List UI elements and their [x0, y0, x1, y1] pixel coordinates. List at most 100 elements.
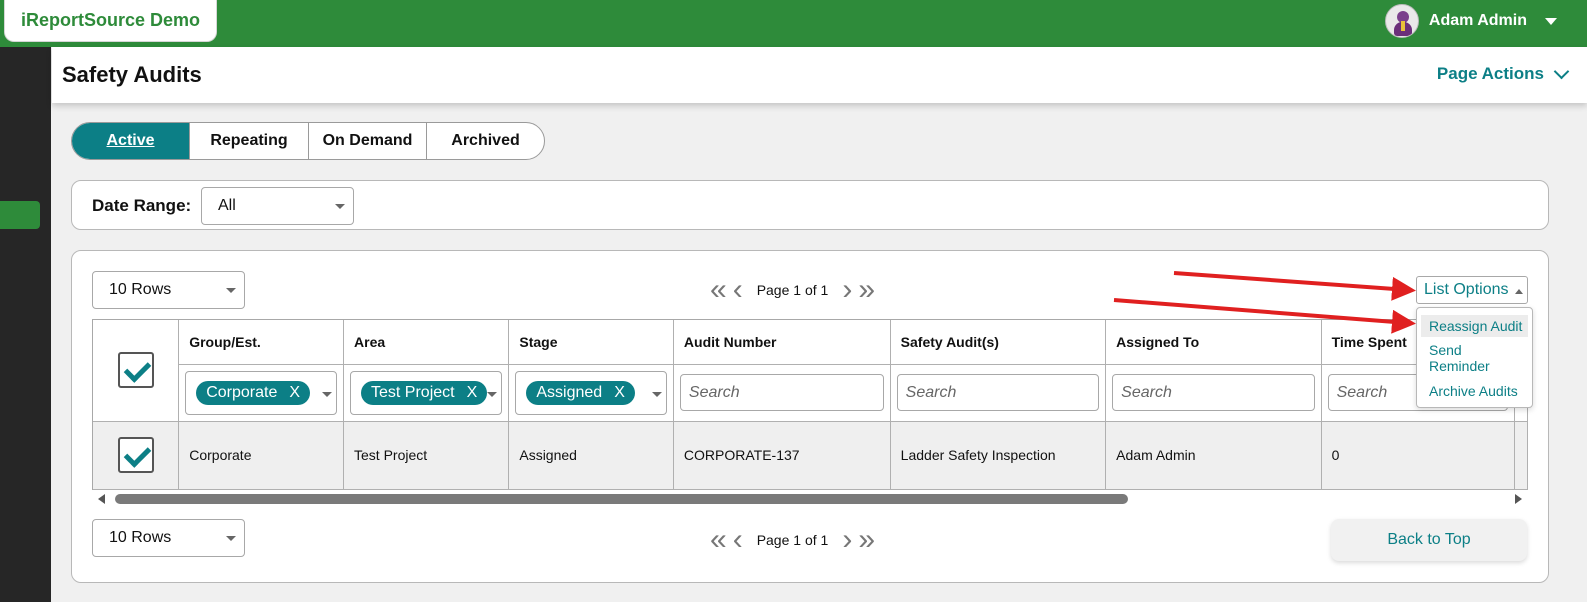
remove-chip-icon[interactable]: X [289, 384, 300, 402]
first-page-icon[interactable]: « [710, 275, 727, 305]
chevron-down-icon [1553, 63, 1570, 79]
safety-audit-search-input[interactable] [896, 374, 1100, 411]
date-range-value: All [218, 197, 236, 214]
menu-item-archive-audits[interactable]: Archive Audits [1421, 383, 1528, 401]
rows-per-page-select-bottom[interactable]: 10 Rows [92, 519, 245, 557]
avatar-icon [1384, 4, 1419, 38]
column-header-audit-number[interactable]: Audit Number [673, 320, 891, 365]
table-filter-row: Corporate X Test Project X Assigned X [93, 364, 1528, 422]
chip-label: Corporate [206, 383, 278, 401]
row-select-cell [93, 421, 180, 490]
rows-per-page-value: 10 Rows [109, 529, 172, 546]
column-header-assigned-to[interactable]: Assigned To [1105, 320, 1322, 365]
cell-assigned-to: Adam Admin [1105, 421, 1322, 490]
tab-active[interactable]: Active [72, 123, 190, 159]
chip-label: Assigned [536, 383, 603, 401]
cell-safety-audit: Ladder Safety Inspection [890, 421, 1107, 490]
cell-extra [1514, 421, 1528, 490]
cell-audit-number[interactable]: CORPORATE-137 [673, 421, 891, 490]
page-indicator: Page 1 of 1 [756, 532, 829, 548]
filter-chip: Assigned X [526, 380, 635, 405]
tab-archived[interactable]: Archived [427, 123, 544, 159]
next-page-icon[interactable]: › [842, 275, 852, 305]
table-row[interactable]: Corporate Test Project Assigned CORPORAT… [93, 421, 1528, 490]
last-page-icon[interactable]: » [858, 525, 875, 555]
audits-table-container: Group/Est. Area Stage Audit Number Safet… [92, 319, 1528, 490]
page-title: Safety Audits [62, 62, 202, 87]
sidebar [0, 47, 51, 602]
group-filter-select[interactable]: Corporate X [185, 370, 338, 415]
filter-chip: Test Project X [361, 380, 488, 405]
caret-down-icon[interactable] [1545, 17, 1557, 25]
list-options-button[interactable]: List Options [1416, 276, 1528, 304]
scrollbar-thumb[interactable] [115, 494, 1128, 504]
first-page-icon[interactable]: « [710, 525, 727, 555]
rows-per-page-value: 10 Rows [109, 281, 172, 298]
scroll-left-icon[interactable] [98, 494, 105, 504]
date-range-panel: Date Range: All [71, 180, 1549, 230]
caret-down-icon [487, 391, 498, 397]
filter-cell-area: Test Project X [343, 364, 510, 422]
user-name: Adam Admin [1428, 12, 1527, 29]
cell-stage: Assigned [508, 421, 674, 490]
page-actions-label: Page Actions [1436, 64, 1544, 83]
cell-area: Test Project [343, 421, 510, 490]
menu-item-send-reminder[interactable]: Send Reminder [1421, 342, 1528, 374]
prev-page-icon[interactable]: ‹ [733, 275, 743, 305]
column-header-stage[interactable]: Stage [508, 320, 674, 365]
filter-cell-assigned-to [1105, 364, 1322, 422]
column-header-area[interactable]: Area [343, 320, 510, 365]
tab-repeating[interactable]: Repeating [190, 123, 309, 159]
pager-top: « ‹ Page 1 of 1 › » [710, 275, 875, 305]
brand-logo[interactable]: iReportSource Demo [4, 0, 217, 42]
last-page-icon[interactable]: » [858, 275, 875, 305]
area-filter-select[interactable]: Test Project X [350, 370, 503, 415]
select-all-checkbox[interactable] [117, 352, 154, 389]
audit-number-search-input[interactable] [679, 374, 884, 411]
column-header-group[interactable]: Group/Est. [178, 320, 345, 365]
caret-down-icon [651, 391, 662, 397]
list-options-menu: Reassign Audit Send Reminder Archive Aud… [1416, 307, 1533, 408]
chip-label: Test Project [371, 383, 455, 401]
caret-down-icon [226, 288, 236, 293]
back-to-top-button[interactable]: Back to Top [1331, 519, 1527, 561]
rows-per-page-select-top[interactable]: 10 Rows [92, 271, 245, 309]
filter-cell-safety-audits [890, 364, 1107, 422]
remove-chip-icon[interactable]: X [614, 384, 625, 402]
stage-filter-select[interactable]: Assigned X [515, 370, 667, 415]
caret-down-icon [226, 536, 236, 541]
row-checkbox[interactable] [117, 437, 154, 473]
pager-bottom: « ‹ Page 1 of 1 › » [710, 525, 875, 555]
caret-up-icon [1515, 289, 1523, 294]
table-header-row: Group/Est. Area Stage Audit Number Safet… [93, 320, 1528, 422]
next-page-icon[interactable]: › [842, 525, 852, 555]
caret-down-icon [322, 391, 333, 397]
assigned-to-search-input[interactable] [1112, 374, 1315, 411]
audits-table: Group/Est. Area Stage Audit Number Safet… [93, 320, 1528, 490]
filter-cell-audit-number [673, 364, 891, 422]
tab-on-demand[interactable]: On Demand [309, 123, 427, 159]
filter-cell-group: Corporate X [178, 364, 345, 422]
remove-chip-icon[interactable]: X [467, 384, 478, 402]
sidebar-active-item[interactable] [0, 201, 40, 229]
date-range-label: Date Range: [92, 196, 192, 215]
horizontal-scrollbar[interactable] [92, 490, 1528, 508]
page-header: Safety Audits Page Actions [52, 47, 1587, 103]
select-all-cell [93, 320, 180, 422]
date-range-select[interactable]: All [201, 187, 354, 225]
page-actions-button[interactable]: Page Actions [1436, 63, 1570, 84]
page-indicator: Page 1 of 1 [756, 282, 829, 298]
top-bar: iReportSource Demo Adam Admin [0, 0, 1587, 47]
status-tabs: Active Repeating On Demand Archived [71, 122, 545, 160]
list-options-label: List Options [1424, 281, 1509, 298]
caret-down-icon [335, 204, 345, 209]
filter-cell-stage: Assigned X [508, 364, 674, 422]
user-menu[interactable]: Adam Admin [1384, 3, 1557, 39]
scroll-right-icon[interactable] [1515, 494, 1522, 504]
menu-item-reassign-audit[interactable]: Reassign Audit [1421, 315, 1528, 337]
column-header-safety-audits[interactable]: Safety Audit(s) [890, 320, 1107, 365]
prev-page-icon[interactable]: ‹ [733, 525, 743, 555]
cell-time-spent: 0 [1321, 421, 1516, 490]
filter-chip: Corporate X [196, 380, 311, 405]
cell-group: Corporate [178, 421, 345, 490]
